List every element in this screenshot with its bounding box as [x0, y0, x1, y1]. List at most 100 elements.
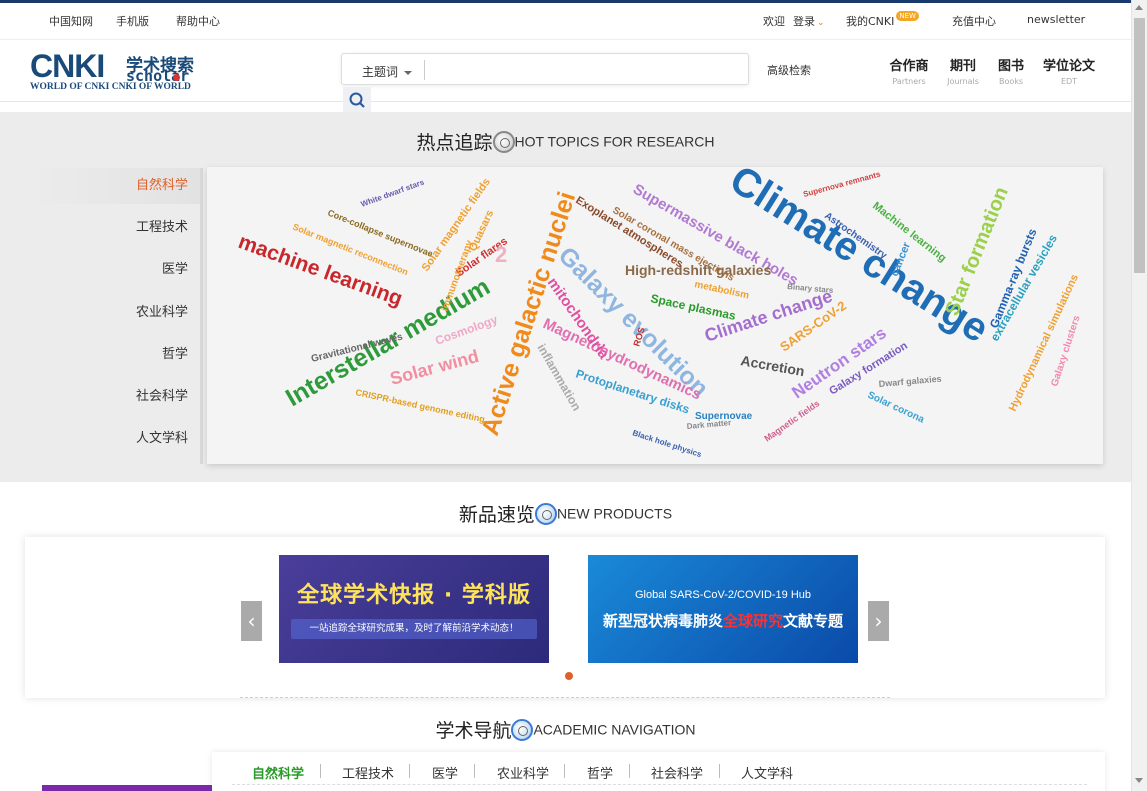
my-cnki-link[interactable]: 我的CNKI NEW: [846, 11, 919, 29]
title-cn: 新品速览: [458, 504, 535, 526]
category-item[interactable]: 医学: [30, 252, 200, 294]
category-list: 自然科学 工程技术 医学 农业科学 哲学 社会科学 人文学科: [30, 168, 200, 464]
tab-separator: [474, 764, 475, 778]
banner-line-2: 新型冠状病毒肺炎全球研究文献专题: [588, 610, 858, 631]
link-mobile[interactable]: 手机版: [116, 13, 149, 29]
carousel-next-button[interactable]: ›: [868, 601, 889, 641]
divider: [200, 168, 203, 464]
title-cn: 热点追踪: [416, 132, 493, 154]
tab-separator: [719, 764, 720, 778]
globe-icon: [492, 130, 515, 153]
search-button[interactable]: [343, 87, 371, 113]
link-help[interactable]: 帮助中心: [176, 13, 220, 29]
link-cnki[interactable]: 中国知网: [49, 13, 93, 29]
nav-label: 学位论文: [1042, 59, 1095, 74]
cnki-logo[interactable]: CNKI 学术搜索 scholar WORLD OF CNKI CNKI OF …: [30, 50, 205, 94]
word-cloud-canvas: Climate change Interstellar medium Activ…: [235, 167, 1083, 459]
caret-down-icon: [404, 70, 413, 75]
banner-subtitle: 一站追踪全球研究成果，及时了解前沿学术动态！: [291, 619, 537, 639]
tab-agriculture[interactable]: 农业科学: [497, 763, 549, 782]
tab-humanities[interactable]: 人文学科: [741, 763, 793, 782]
carousel-prev-button[interactable]: ‹: [241, 601, 262, 641]
new-badge: NEW: [896, 11, 919, 21]
recharge-link[interactable]: 充值中心: [952, 13, 996, 29]
scrollbar[interactable]: [1131, 0, 1147, 791]
cloud-word[interactable]: 2: [495, 242, 507, 267]
academic-nav-title: 学术导航 ACADEMIC NAVIGATION: [0, 716, 1131, 743]
cloud-word[interactable]: White dwarf stars: [360, 177, 426, 208]
globe-icon: [511, 718, 534, 741]
title-en: HOT TOPICS FOR RESEARCH: [514, 133, 715, 150]
cloud-word[interactable]: metabolism: [693, 279, 750, 301]
hot-topics-title: 热点追踪 HOT TOPICS FOR RESEARCH: [0, 128, 1131, 155]
category-item[interactable]: 社会科学: [30, 379, 200, 421]
title-en: ACADEMIC NAVIGATION: [533, 721, 696, 738]
carousel-indicator[interactable]: [565, 672, 573, 680]
tab-medicine[interactable]: 医学: [432, 763, 458, 782]
cloud-word[interactable]: CRISPR-based genome editing: [355, 387, 486, 424]
banner-text: 文献专题: [783, 612, 844, 630]
cloud-word[interactable]: Solar wind: [388, 346, 481, 389]
category-item[interactable]: 工程技术: [30, 210, 200, 252]
product-banner[interactable]: Global SARS-CoV-2/COVID-19 Hub 新型冠状病毒肺炎全…: [588, 555, 858, 663]
login-label: 登录: [793, 15, 815, 28]
login-dropdown[interactable]: 登录 ⌄: [793, 13, 825, 29]
tab-natural-science[interactable]: 自然科学: [252, 763, 304, 782]
chevron-down-icon: ⌄: [817, 18, 825, 28]
nav-journals[interactable]: 期刊 Journals: [946, 55, 980, 86]
nav-partners[interactable]: 合作商 Partners: [888, 55, 930, 86]
search-box: 主题词: [341, 53, 749, 85]
title-cn: 学术导航: [435, 720, 512, 742]
nav-label: 合作商: [889, 59, 929, 74]
cloud-word[interactable]: Dark matter: [686, 418, 731, 431]
tab-separator: [629, 764, 630, 778]
category-item[interactable]: 人文学科: [30, 421, 200, 463]
header: CNKI 学术搜索 scholar WORLD OF CNKI CNKI OF …: [0, 40, 1131, 113]
scroll-thumb[interactable]: [1134, 18, 1145, 273]
nav-sublabel: Journals: [947, 77, 979, 86]
search-input[interactable]: [430, 58, 740, 82]
product-banner[interactable]: 全球学术快报 · 学科版 一站追踪全球研究成果，及时了解前沿学术动态！: [279, 555, 549, 663]
banner-highlight: 全球研究: [722, 612, 783, 630]
tab-philosophy[interactable]: 哲学: [587, 763, 613, 782]
logo-dot: [173, 74, 180, 81]
tab-separator: [564, 764, 565, 778]
category-item[interactable]: 自然科学: [30, 168, 200, 204]
divider: [240, 697, 890, 698]
scroll-up-icon[interactable]: [1135, 5, 1143, 10]
tab-separator: [409, 764, 410, 778]
category-item[interactable]: 农业科学: [30, 295, 200, 337]
nav-edt[interactable]: 学位论文 EDT: [1041, 55, 1097, 86]
top-bar: 中国知网 手机版 帮助中心 欢迎 登录 ⌄ 我的CNKI NEW 充值中心 news…: [0, 0, 1131, 40]
banner-title: 全球学术快报 · 学科版: [297, 583, 531, 608]
cloud-word[interactable]: Accretion: [739, 352, 805, 379]
newsletter-link[interactable]: newsletter: [1027, 13, 1085, 26]
title-en: NEW PRODUCTS: [556, 505, 673, 522]
nav-label: 图书: [997, 59, 1024, 74]
category-item[interactable]: 哲学: [30, 337, 200, 379]
tab-engineering[interactable]: 工程技术: [342, 763, 394, 782]
product-carousel: ‹ 全球学术快报 · 学科版 一站追踪全球研究成果，及时了解前沿学术动态！ Gl…: [25, 537, 1105, 698]
advanced-search-link[interactable]: 高级检索: [767, 62, 811, 78]
cloud-word[interactable]: Solar corona: [866, 390, 926, 426]
decorative-bar: [42, 785, 212, 791]
cloud-word[interactable]: Magnetic fields: [762, 398, 821, 443]
banner-line-1: Global SARS-CoV-2/COVID-19 Hub: [634, 589, 812, 601]
nav-books[interactable]: 图书 Books: [995, 55, 1027, 86]
cloud-word[interactable]: Black hole physics: [631, 428, 703, 459]
scroll-down-icon[interactable]: [1135, 778, 1143, 783]
tab-social-science[interactable]: 社会科学: [651, 763, 703, 782]
cloud-word[interactable]: Supernova remnants: [802, 169, 882, 198]
nav-sublabel: Partners: [892, 77, 926, 86]
search-field-select[interactable]: 主题词: [362, 63, 413, 80]
welcome-text: 欢迎: [763, 15, 785, 28]
banner-text: 新型冠状病毒肺炎: [602, 612, 723, 630]
search-field-label: 主题词: [362, 65, 399, 79]
globe-icon: [534, 502, 557, 525]
word-cloud[interactable]: Climate change Interstellar medium Activ…: [207, 167, 1103, 464]
divider: [424, 60, 425, 80]
cloud-word[interactable]: Dwarf galaxies: [878, 374, 942, 389]
new-products-title: 新品速览 NEW PRODUCTS: [0, 500, 1131, 527]
academic-nav-tabs: 自然科学 工程技术 医学 农业科学 哲学 社会科学 人文学科: [212, 752, 1105, 791]
my-cnki-label: 我的CNKI: [846, 15, 895, 28]
